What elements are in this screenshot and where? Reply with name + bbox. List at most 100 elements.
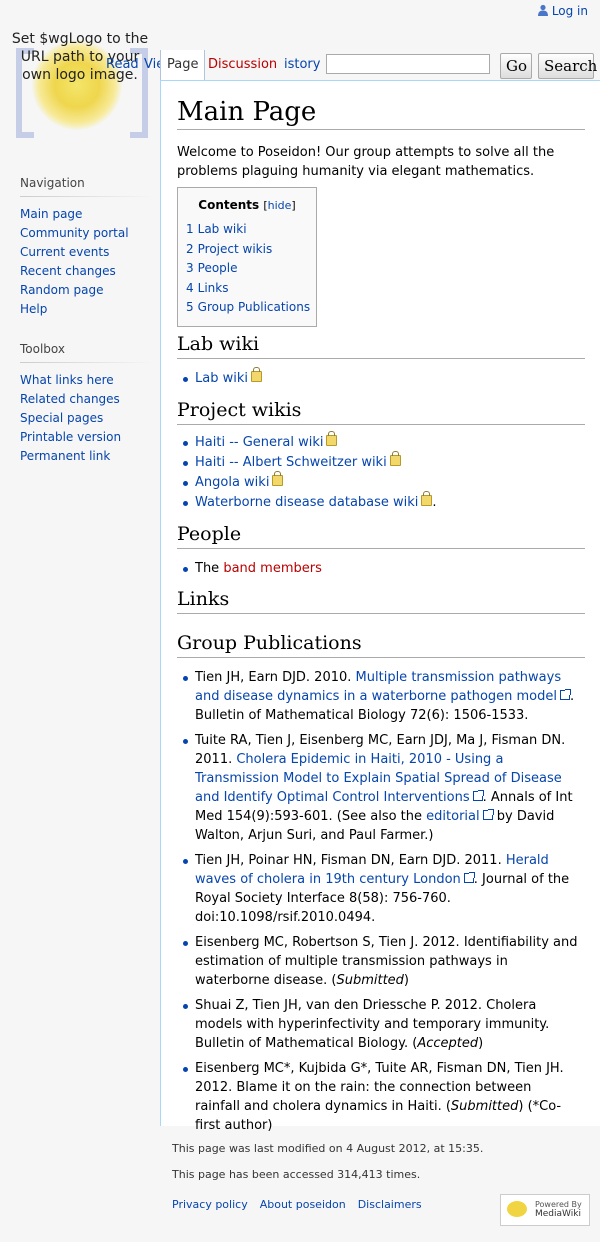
divider [20,362,154,363]
list-item: Tien JH, Earn DJD. 2010. Multiple transm… [179,668,579,725]
toc-number: 3 [186,261,194,275]
toc-title: Contents [198,198,260,212]
people-list: The band members [179,559,579,579]
pub-text: Shuai Z, Tien JH, van den Driessche P. 2… [195,998,550,1051]
lock-icon [326,431,338,446]
pub-status: Accepted [417,1036,479,1051]
lock-icon [250,367,262,382]
footer-last-modified: This page was last modified on 4 August … [172,1142,484,1155]
go-button[interactable]: Go [500,53,532,79]
external-link-icon [472,790,484,801]
external-link-icon [463,872,475,883]
toolbox-item-related-changes[interactable]: Related changes [20,392,120,406]
user-icon [537,4,549,16]
list-item: The band members [179,559,579,579]
sidebar-item-help[interactable]: Help [20,302,47,316]
list-item: Eisenberg MC, Robertson S, Tien J. 2012.… [179,933,579,990]
personal-tools: Log in [537,4,588,18]
toolbox-heading: Toolbox [20,342,65,356]
toc-number: 2 [186,241,194,256]
waterborne-disease-wiki-link[interactable]: Waterborne disease database wiki [195,495,418,510]
toc-item-group-publications[interactable]: Group Publications [198,300,310,314]
list-item: Shuai Z, Tien JH, van den Driessche P. 2… [179,996,579,1053]
toc-item-lab-wiki[interactable]: Lab wiki [198,222,247,236]
sidebar-item-current-events[interactable]: Current events [20,245,109,259]
sidebar-item-recent-changes[interactable]: Recent changes [20,264,116,278]
privacy-policy-link[interactable]: Privacy policy [172,1198,248,1211]
lock-icon [389,451,401,466]
band-members-link[interactable]: band members [223,561,322,576]
list-item: Eisenberg MC*, Kujbida G*, Tuite AR, Fis… [179,1059,579,1135]
footer-view-count: This page has been accessed 314,413 time… [172,1168,421,1181]
content-area: Main Page Welcome to Poseidon! Our group… [160,80,600,1133]
divider [20,196,154,197]
lab-wiki-list: Lab wiki [179,367,579,389]
search-button[interactable]: Search [538,53,597,79]
toolbox-portal: Toolbox What links here Related changes … [20,342,154,466]
login-link[interactable]: Log in [552,4,588,18]
section-heading-project-wikis: Project wikis [177,398,585,425]
section-heading-people: People [177,522,585,549]
pub-text: Tien JH, Poinar HN, Fisman DN, Earn DJD.… [195,853,506,868]
editorial-link[interactable]: editorial [426,809,479,824]
toc-hide-link[interactable]: hide [268,199,292,212]
angola-wiki-link[interactable]: Angola wiki [195,475,269,490]
list-item: Angola wiki [179,471,579,493]
search-input[interactable] [326,54,490,74]
intro-paragraph: Welcome to Poseidon! Our group attempts … [177,145,555,179]
list-item: Haiti -- General wiki [179,431,579,453]
sidebar-item-main-page[interactable]: Main page [20,207,82,221]
tab-discussion[interactable]: Discussion [202,50,283,80]
tab-page[interactable]: Page [160,50,206,80]
about-link[interactable]: About poseidon [260,1198,346,1211]
toc-item-project-wikis[interactable]: Project wikis [198,242,273,256]
tab-history[interactable]: istory [278,50,326,80]
site-logo[interactable]: Set $wgLogo to the URL path to your own … [10,30,150,138]
toolbox-item-what-links-here[interactable]: What links here [20,373,114,387]
page-title: Main Page [177,97,585,130]
lock-icon [272,471,284,486]
mediawiki-text: MediaWiki [535,1209,581,1219]
footer-links: Privacy policy About poseidon Disclaimers [172,1198,434,1211]
sidebar-item-random-page[interactable]: Random page [20,283,103,297]
toc-item-people[interactable]: People [198,261,238,275]
toolbox-item-printable-version[interactable]: Printable version [20,430,121,444]
pub-text: ) [403,973,409,988]
navigation-portal: Navigation Main page Community portal Cu… [20,176,154,319]
toc-number: 5 [186,300,194,314]
publications-list: Tien JH, Earn DJD. 2010. Multiple transm… [179,668,579,1141]
external-link-icon [482,809,494,820]
navigation-heading: Navigation [20,176,85,190]
table-of-contents: Contents [hide] 1 Lab wiki 2 Project wikis… [177,187,317,327]
haiti-albert-schweitzer-wiki-link[interactable]: Haiti -- Albert Schweitzer wiki [195,455,387,470]
pub-text: ) [478,1036,484,1051]
lab-wiki-link[interactable]: Lab wiki [195,371,248,386]
lock-icon [421,491,433,506]
section-heading-links: Links [177,587,585,614]
powered-by-text: Powered By [535,1200,582,1209]
trailing-period: . [432,495,437,510]
powered-by-mediawiki-badge[interactable]: Powered By MediaWiki [500,1194,590,1226]
pub-text: Tien JH, Earn DJD. 2010. [195,670,356,685]
section-heading-lab-wiki: Lab wiki [177,332,585,359]
list-item: Haiti -- Albert Schweitzer wiki [179,451,579,473]
external-link-icon [560,689,571,700]
toc-number: 1 [186,222,194,236]
toolbox-item-special-pages[interactable]: Special pages [20,411,103,425]
list-item: Lab wiki [179,367,579,389]
list-item: Tuite RA, Tien J, Eisenberg MC, Earn JDJ… [179,731,579,845]
project-wikis-list: Haiti -- General wiki Haiti -- Albert Sc… [179,431,579,513]
people-prefix: The [195,561,224,576]
disclaimers-link[interactable]: Disclaimers [358,1198,422,1211]
sidebar-item-community-portal[interactable]: Community portal [20,226,129,240]
section-heading-group-publications: Group Publications [177,631,585,658]
list-item: Tien JH, Poinar HN, Fisman DN, Earn DJD.… [179,851,579,927]
toc-item-links[interactable]: Links [198,281,229,295]
mediawiki-icon [507,1201,527,1217]
toc-number: 4 [186,280,194,295]
pub-status: Submitted [336,973,404,988]
toolbox-item-permanent-link[interactable]: Permanent link [20,449,110,463]
list-item: Waterborne disease database wiki. [179,491,579,513]
haiti-general-wiki-link[interactable]: Haiti -- General wiki [195,435,323,450]
pub-status: Submitted [450,1099,519,1114]
